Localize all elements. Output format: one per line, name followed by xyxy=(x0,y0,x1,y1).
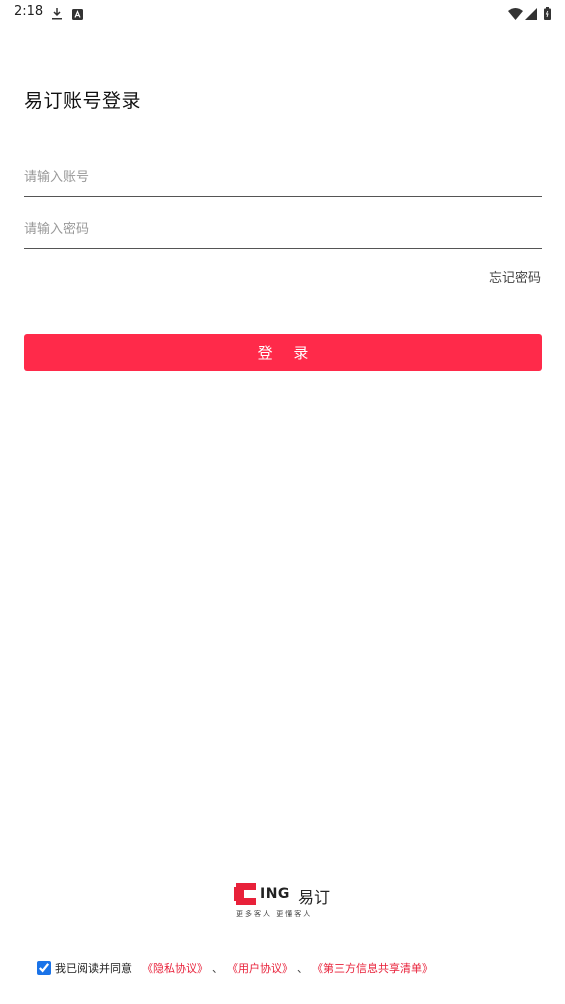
password-field-container xyxy=(24,212,542,249)
agreement-prefix: 我已阅读并同意 xyxy=(55,962,132,975)
separator: 、 xyxy=(212,962,223,975)
separator: 、 xyxy=(297,962,308,975)
download-icon xyxy=(51,5,63,24)
agreement-row: 我已阅读并同意 《隐私协议》 、 《用户协议》 、 《第三方信息共享清单》 xyxy=(37,958,433,978)
a-icon xyxy=(72,5,83,24)
password-input[interactable] xyxy=(24,212,542,246)
wifi-icon xyxy=(508,5,523,24)
status-bar: 2:18 xyxy=(0,0,565,24)
brand-logo: ING 易订 更多客人 更懂客人 xyxy=(234,883,334,923)
user-agreement-link[interactable]: 《用户协议》 xyxy=(227,960,293,976)
page-title: 易订账号登录 xyxy=(24,90,142,112)
logo-text-cn: 易订 xyxy=(298,888,331,907)
status-time: 2:18 xyxy=(14,4,44,19)
ding-logo-mark-icon xyxy=(234,883,258,909)
account-input[interactable] xyxy=(24,160,542,194)
third-party-sharing-link[interactable]: 《第三方信息共享清单》 xyxy=(312,960,433,976)
account-field-container xyxy=(24,160,542,197)
agreement-checkbox[interactable] xyxy=(37,961,51,975)
logo-text-en: ING xyxy=(260,886,290,902)
battery-icon xyxy=(544,5,551,24)
forgot-password-link[interactable]: 忘记密码 xyxy=(489,267,541,286)
login-button[interactable]: 登 录 xyxy=(24,334,542,371)
privacy-policy-link[interactable]: 《隐私协议》 xyxy=(142,960,208,976)
cellular-icon xyxy=(525,5,537,24)
logo-slogan: 更多客人 更懂客人 xyxy=(236,910,313,918)
